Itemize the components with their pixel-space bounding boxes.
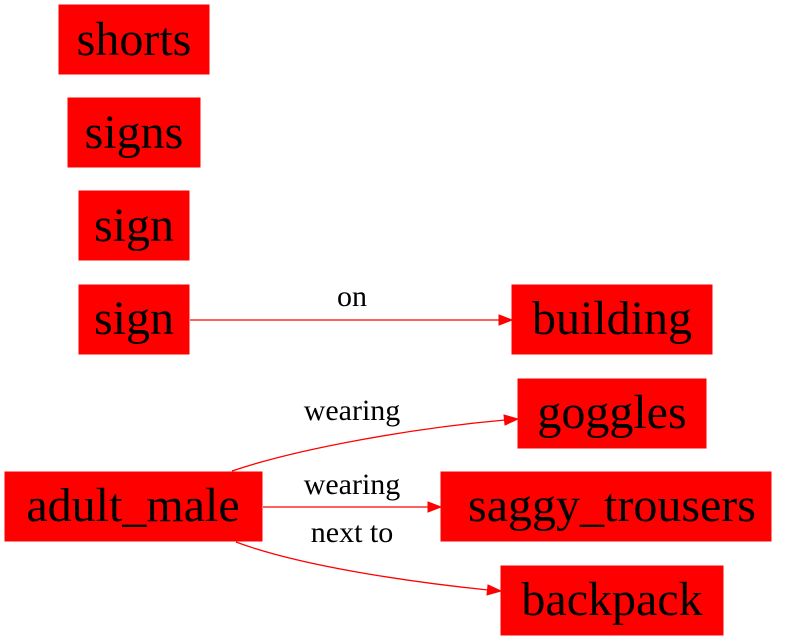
node-goggles: goggles: [517, 378, 707, 449]
node-label: signs: [85, 106, 184, 159]
node-shorts: shorts: [58, 4, 210, 75]
node-label: sign: [94, 199, 174, 252]
node-building: building: [511, 284, 713, 355]
edge-adult-male-wearing-saggy-trousers: wearing: [263, 468, 443, 513]
edge-label: on: [337, 280, 367, 313]
node-label: adult_male: [26, 479, 239, 532]
edge-adult-male-wearing-goggles: wearing: [231, 394, 520, 472]
node-label: goggles: [537, 386, 686, 439]
node-signs: signs: [67, 97, 201, 168]
node-label: sign: [94, 292, 174, 345]
node-saggy-trousers: saggy_trousers: [440, 471, 772, 542]
edge-sign-on-building: on: [190, 280, 514, 326]
node-label: shorts: [77, 13, 192, 66]
edge-label: wearing: [304, 394, 401, 427]
edge-label: next to: [311, 516, 394, 549]
scene-graph: shorts signs sign sign building goggles …: [4, 4, 772, 636]
node-label: backpack: [521, 573, 702, 626]
node-adult-male: adult_male: [4, 471, 263, 542]
node-sign-on-building: sign: [78, 284, 190, 355]
edge-label: wearing: [304, 468, 401, 501]
node-backpack: backpack: [500, 565, 724, 636]
node-sign: sign: [78, 190, 190, 261]
node-label: building: [532, 292, 692, 345]
node-label: saggy_trousers: [468, 479, 756, 532]
